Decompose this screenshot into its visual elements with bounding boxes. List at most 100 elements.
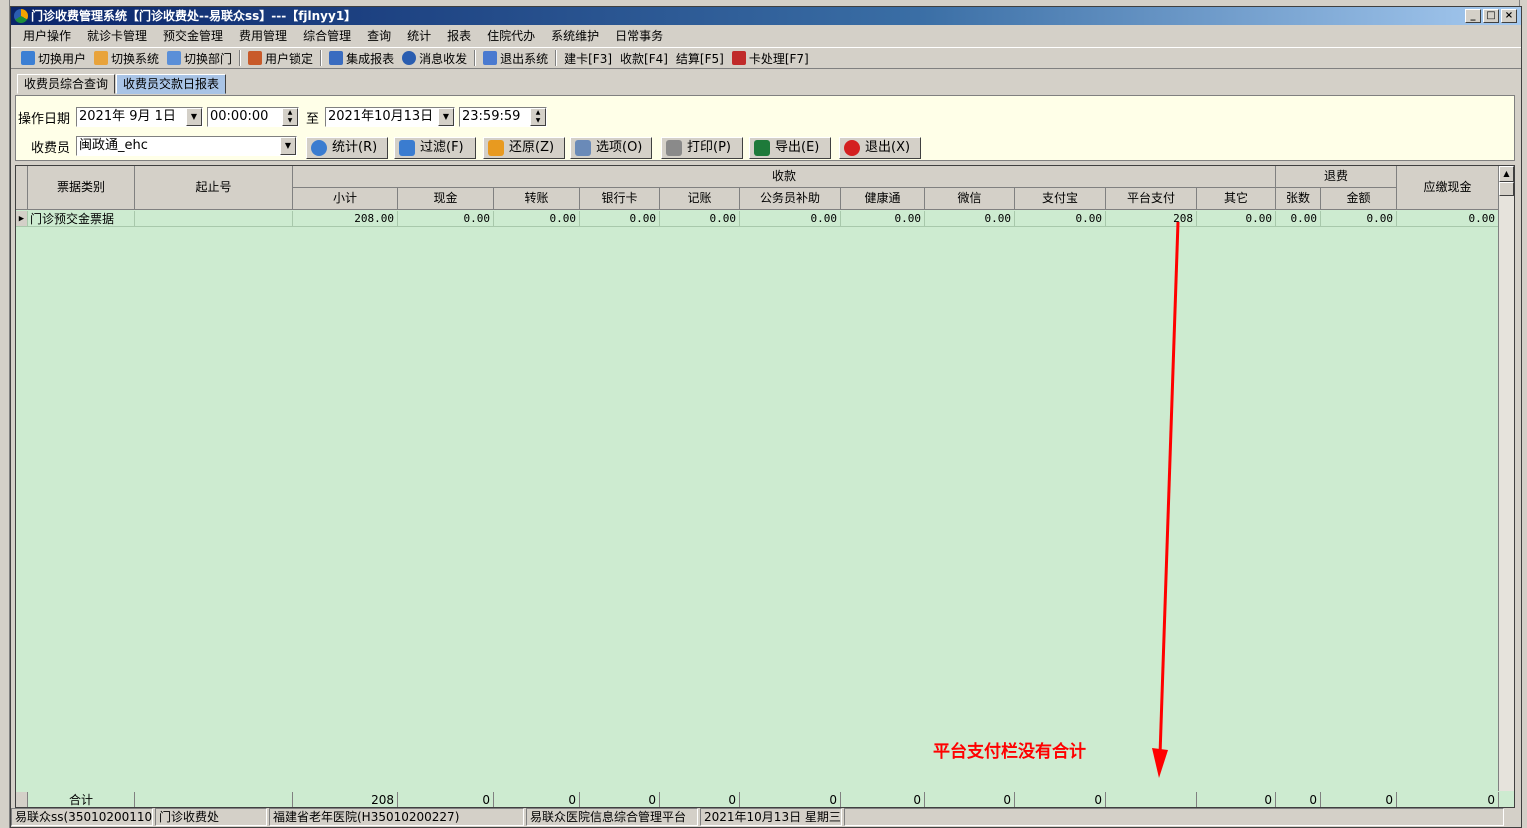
menu-item[interactable]: 日常事务 xyxy=(607,26,671,46)
menu-item[interactable]: 就诊卡管理 xyxy=(79,26,155,46)
status-platform: 易联众医院信息综合管理平台 xyxy=(526,808,698,826)
toolbar-switch-system[interactable]: 切换系统 xyxy=(90,48,163,68)
col-header-range[interactable]: 起止号 xyxy=(135,166,293,210)
footer-cash: 0 xyxy=(398,792,494,807)
menu-item[interactable]: 用户操作 xyxy=(15,26,79,46)
col-header-other[interactable]: 其它 xyxy=(1197,188,1276,210)
dropdown-arrow-icon[interactable]: ▼ xyxy=(186,108,202,126)
col-header-platform-pay[interactable]: 平台支付 xyxy=(1106,188,1197,210)
col-header-wechat[interactable]: 微信 xyxy=(925,188,1015,210)
menu-item[interactable]: 系统维护 xyxy=(543,26,607,46)
status-empty xyxy=(844,808,1504,826)
switch-system-icon xyxy=(94,51,109,65)
menu-item[interactable]: 预交金管理 xyxy=(155,26,231,46)
users-icon xyxy=(21,51,35,65)
menu-item[interactable]: 统计 xyxy=(399,26,439,46)
cell-alipay[interactable]: 0.00 xyxy=(1015,211,1106,227)
menu-item[interactable]: 综合管理 xyxy=(295,26,359,46)
toolbar-exit-system[interactable]: 退出系统 xyxy=(479,48,552,68)
main-window: 门诊收费管理系统【门诊收费处--易联众ss】---【fjlnyy1】 _ □ ×… xyxy=(10,6,1522,828)
menu-item[interactable]: 查询 xyxy=(359,26,399,46)
toolbar-switch-user[interactable]: 切换用户 xyxy=(17,48,90,68)
menu-item[interactable]: 费用管理 xyxy=(231,26,295,46)
background-window-edge-left xyxy=(0,0,10,828)
report-grid[interactable]: 票据类别 起止号 收款 退费 应缴现金 小计 现金 转账 银行卡 记账 公务员补… xyxy=(15,165,1515,808)
cell-cash[interactable]: 0.00 xyxy=(398,211,494,227)
cashier-select[interactable]: 闽政通_ehc ▼ xyxy=(76,136,297,156)
stats-icon xyxy=(311,140,327,156)
restore-button[interactable]: 还原(Z) xyxy=(483,137,565,159)
toolbar-user-lock[interactable]: 用户锁定 xyxy=(244,48,317,68)
cell-due[interactable]: 0.00 xyxy=(1397,211,1499,227)
cell-wechat[interactable]: 0.00 xyxy=(925,211,1015,227)
toolbar-card-process[interactable]: 卡处理[F7] xyxy=(728,48,813,68)
start-date-picker[interactable]: 2021年 9月 1日 ▼ xyxy=(76,107,203,127)
toolbar-create-card[interactable]: 建卡[F3] xyxy=(560,48,616,68)
group-header-refund: 退费 xyxy=(1276,166,1397,188)
toolbar-settle[interactable]: 结算[F5] xyxy=(672,48,728,68)
spin-arrows-icon[interactable]: ▲ ▼ xyxy=(530,108,546,126)
export-button[interactable]: 导出(E) xyxy=(749,137,831,159)
end-date-picker[interactable]: 2021年10月13日 ▼ xyxy=(325,107,455,127)
dropdown-arrow-icon[interactable]: ▼ xyxy=(280,137,296,155)
cell-other[interactable]: 0.00 xyxy=(1197,211,1276,227)
footer-indicator xyxy=(16,792,28,807)
tab-cashier-query[interactable]: 收费员综合查询 xyxy=(17,74,116,94)
window-title: 门诊收费管理系统【门诊收费处--易联众ss】---【fjlnyy1】 xyxy=(31,9,357,23)
cell-civil-subsidy[interactable]: 0.00 xyxy=(740,211,841,227)
col-header-refund-amount[interactable]: 金额 xyxy=(1321,188,1397,210)
cell-range[interactable] xyxy=(135,211,293,227)
options-button[interactable]: 选项(O) xyxy=(570,137,652,159)
col-header-refund-count[interactable]: 张数 xyxy=(1276,188,1321,210)
toolbar-integrated-report[interactable]: 集成报表 xyxy=(325,48,398,68)
toolbar-separator xyxy=(555,50,558,66)
tab-cashier-daily-report[interactable]: 收费员交款日报表 xyxy=(116,74,227,94)
scroll-up-icon[interactable]: ▲ xyxy=(1499,166,1514,182)
department-icon xyxy=(167,51,182,65)
col-header-due[interactable]: 应缴现金 xyxy=(1397,166,1499,210)
cell-health-pass[interactable]: 0.00 xyxy=(841,211,925,227)
cell-platform-pay[interactable]: 208 xyxy=(1106,211,1197,227)
cell-refund-count[interactable]: 0.00 xyxy=(1276,211,1321,227)
toolbar-switch-department[interactable]: 切换部门 xyxy=(163,48,236,68)
excel-icon xyxy=(754,140,770,156)
report-icon xyxy=(329,51,344,65)
filter-button[interactable]: 过滤(F) xyxy=(394,137,476,159)
menu-item[interactable]: 报表 xyxy=(439,26,479,46)
print-button[interactable]: 打印(P) xyxy=(661,137,743,159)
minimize-button[interactable]: _ xyxy=(1465,9,1481,23)
footer-wechat: 0 xyxy=(925,792,1015,807)
tab-strip: 收费员综合查询 收费员交款日报表 xyxy=(17,74,227,94)
footer-other: 0 xyxy=(1197,792,1276,807)
col-header-alipay[interactable]: 支付宝 xyxy=(1015,188,1106,210)
exit-button[interactable]: 退出(X) xyxy=(839,137,921,159)
col-header-subtotal[interactable]: 小计 xyxy=(293,188,398,210)
col-header-cash[interactable]: 现金 xyxy=(398,188,494,210)
vertical-scrollbar[interactable]: ▲ xyxy=(1498,166,1514,791)
footer-due: 0 xyxy=(1397,792,1499,807)
end-time-spinner[interactable]: 23:59:59 ▲ ▼ xyxy=(459,107,547,127)
col-header-account[interactable]: 记账 xyxy=(660,188,740,210)
menu-item[interactable]: 住院代办 xyxy=(479,26,543,46)
col-header-health-pass[interactable]: 健康通 xyxy=(841,188,925,210)
stats-button[interactable]: 统计(R) xyxy=(306,137,388,159)
cell-subtotal[interactable]: 208.00 xyxy=(293,211,398,227)
start-time-spinner[interactable]: 00:00:00 ▲ ▼ xyxy=(207,107,299,127)
spin-arrows-icon[interactable]: ▲ ▼ xyxy=(282,108,298,126)
cell-account[interactable]: 0.00 xyxy=(660,211,740,227)
col-header-bank-card[interactable]: 银行卡 xyxy=(580,188,660,210)
close-button[interactable]: × xyxy=(1501,9,1517,23)
dropdown-arrow-icon[interactable]: ▼ xyxy=(438,108,454,126)
maximize-button[interactable]: □ xyxy=(1483,9,1499,23)
toolbar-messages[interactable]: 消息收发 xyxy=(398,48,471,68)
col-header-transfer[interactable]: 转账 xyxy=(494,188,580,210)
footer-platform-pay xyxy=(1106,792,1197,807)
toolbar-collect[interactable]: 收款[F4] xyxy=(616,48,672,68)
cell-refund-amount[interactable]: 0.00 xyxy=(1321,211,1397,227)
cell-transfer[interactable]: 0.00 xyxy=(494,211,580,227)
col-header-civil-subsidy[interactable]: 公务员补助 xyxy=(740,188,841,210)
scroll-thumb[interactable] xyxy=(1499,182,1514,196)
cell-type[interactable]: 门诊预交金票据 xyxy=(28,211,135,227)
cell-bank-card[interactable]: 0.00 xyxy=(580,211,660,227)
col-header-type[interactable]: 票据类别 xyxy=(28,166,135,210)
